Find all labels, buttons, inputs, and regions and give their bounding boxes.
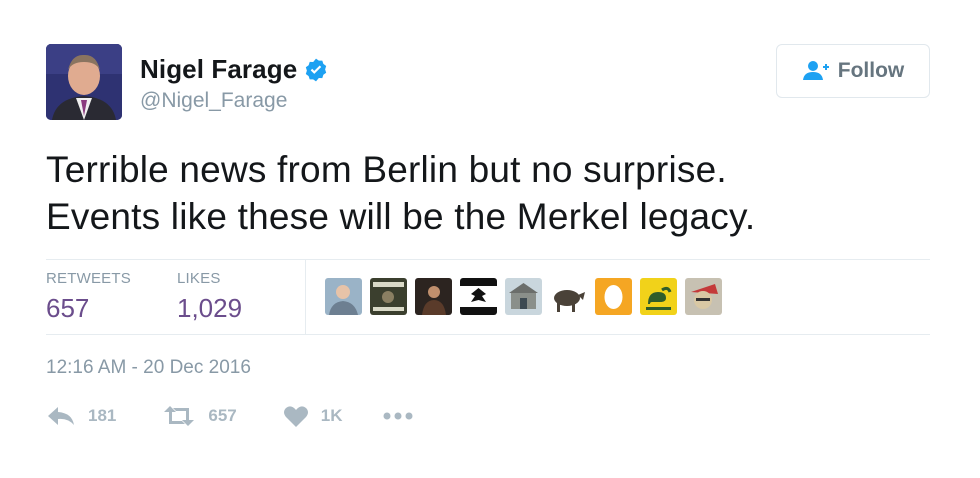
liker-avatar-4[interactable] (460, 278, 497, 315)
heart-icon (283, 404, 309, 428)
retweet-button[interactable]: 657 (162, 405, 237, 427)
tweet-timestamp[interactable]: 12:16 AM - 20 Dec 2016 (46, 357, 251, 379)
liker-avatar-7[interactable] (595, 278, 632, 315)
liker-avatar-5[interactable] (505, 278, 542, 315)
liker-avatar-8[interactable] (640, 278, 677, 315)
tweet-card: Nigel Farage @Nigel_Farage Follow Terrib… (0, 0, 980, 478)
retweets-label: RETWEETS (46, 270, 131, 287)
author-display-name[interactable]: Nigel Farage (140, 54, 297, 85)
tweet-actions: 181 657 1K (46, 404, 460, 428)
more-icon (382, 411, 414, 421)
reply-count: 181 (88, 406, 117, 425)
liker-avatar-2[interactable] (370, 278, 407, 315)
tweet-text-line: Terrible news from Berlin but no surpris… (46, 149, 727, 190)
stats-divider-vertical (305, 260, 306, 334)
stats-divider-bottom (46, 334, 930, 335)
stats-divider-top (46, 259, 930, 260)
liker-avatar-3[interactable] (415, 278, 452, 315)
add-user-icon (802, 60, 830, 82)
tweet-text: Terrible news from Berlin but no surpris… (46, 146, 946, 240)
author-name-row: Nigel Farage (140, 54, 329, 85)
likes-value: 1,029 (177, 293, 243, 323)
follow-button[interactable]: Follow (776, 44, 930, 98)
like-count: 1K (320, 406, 343, 425)
retweet-icon (162, 405, 196, 427)
author-handle[interactable]: @Nigel_Farage (140, 89, 287, 113)
retweets-value: 657 (46, 293, 90, 323)
reply-icon (46, 405, 76, 427)
retweets-stat[interactable]: RETWEETS 657 (46, 270, 131, 324)
likers-avatar-list (325, 278, 722, 315)
likes-label: LIKES (177, 270, 221, 287)
reply-button[interactable]: 181 (46, 405, 116, 427)
tweet-text-line: Events like these will be the Merkel leg… (46, 196, 756, 237)
like-button[interactable]: 1K (283, 404, 343, 428)
verified-badge-icon (303, 57, 329, 83)
liker-avatar-1[interactable] (325, 278, 362, 315)
more-button[interactable] (382, 411, 414, 421)
liker-avatar-6[interactable] (550, 278, 587, 315)
follow-button-label: Follow (837, 59, 905, 82)
liker-avatar-9[interactable] (685, 278, 722, 315)
author-avatar[interactable] (46, 44, 122, 120)
likes-stat[interactable]: LIKES 1,029 (177, 270, 242, 324)
retweet-count: 657 (208, 406, 237, 425)
